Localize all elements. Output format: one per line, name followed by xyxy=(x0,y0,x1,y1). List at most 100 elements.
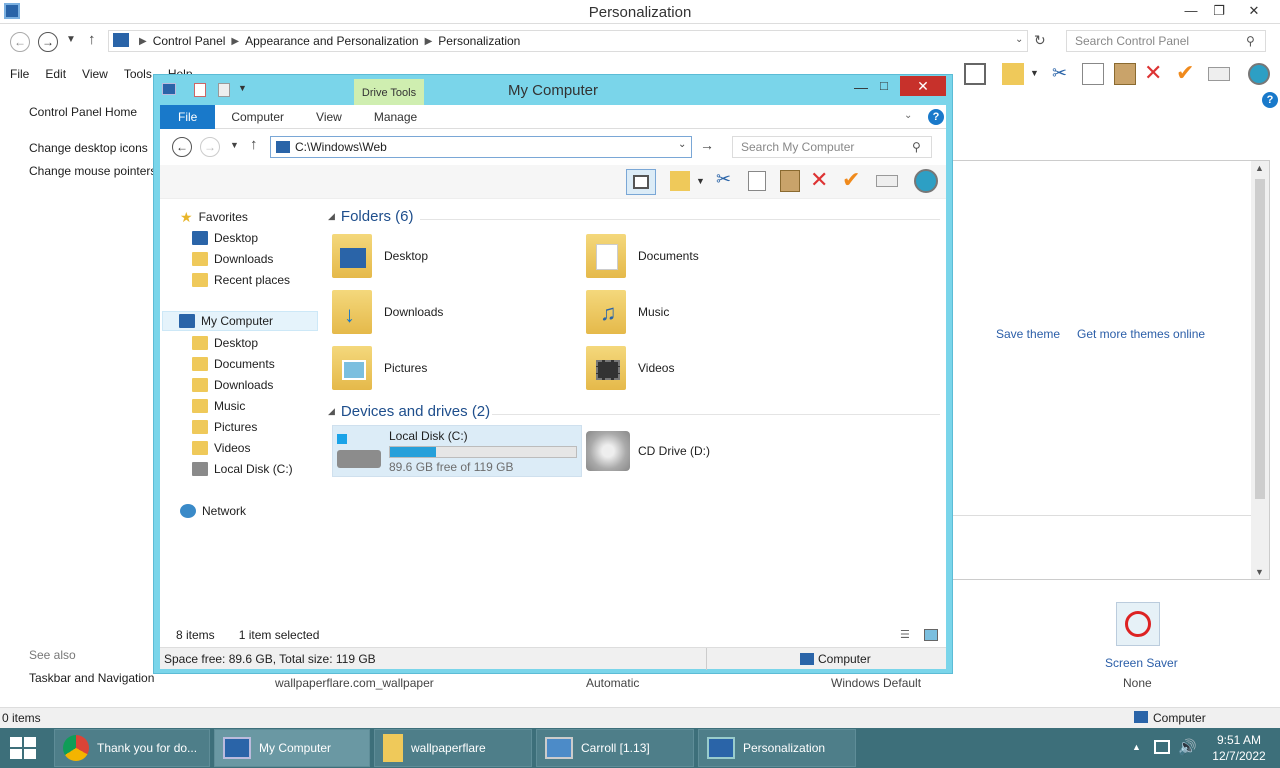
chevron-down-icon[interactable]: ⌄ xyxy=(678,139,686,150)
nav-music[interactable]: Music xyxy=(192,396,245,416)
back-button[interactable]: ← xyxy=(10,32,30,52)
up-arrow-icon[interactable]: ↑ xyxy=(250,136,258,153)
copy-icon[interactable] xyxy=(748,171,766,191)
task-personalization[interactable]: Personalization xyxy=(698,729,856,767)
nav-my-computer[interactable]: My Computer xyxy=(162,311,318,331)
minimize-button[interactable]: — xyxy=(1176,0,1206,22)
screen-saver-icon[interactable] xyxy=(1116,602,1160,646)
tab-file[interactable]: File xyxy=(160,104,216,129)
recent-locations-chevron-icon[interactable]: ▼ xyxy=(66,34,76,45)
folder-desktop[interactable]: Desktop xyxy=(332,231,428,281)
menu-tools[interactable]: Tools xyxy=(124,67,152,81)
folder-videos[interactable]: Videos xyxy=(586,343,674,393)
my-computer-title-bar[interactable]: ▼ Drive Tools My Computer — □ ✕ xyxy=(154,75,952,107)
path-input[interactable]: C:\Windows\Web xyxy=(270,136,692,158)
delete-icon[interactable]: ✕ xyxy=(1144,60,1162,86)
up-arrow-icon[interactable]: ↑ xyxy=(88,31,96,48)
scroll-down-icon[interactable]: ▼ xyxy=(1255,567,1264,577)
maximize-button[interactable]: ❐ xyxy=(1204,0,1234,22)
collapse-icon[interactable]: ◢ xyxy=(328,211,335,222)
scrollbar-thumb[interactable] xyxy=(1255,179,1265,499)
show-hidden-icons[interactable]: ▲ xyxy=(1132,742,1141,752)
my-computer-search-input[interactable]: Search My Computer xyxy=(732,136,932,158)
globe-icon[interactable] xyxy=(914,169,938,193)
change-desktop-icons-link[interactable]: Change desktop icons xyxy=(29,141,148,155)
taskbar-navigation-link[interactable]: Taskbar and Navigation xyxy=(29,671,154,685)
desktop-background-value[interactable]: wallpaperflare.com_wallpaper xyxy=(275,676,434,690)
devices-group-header[interactable]: ◢ Devices and drives (2) xyxy=(328,403,490,420)
task-wallpaperflare[interactable]: wallpaperflare xyxy=(374,729,532,767)
color-value[interactable]: Automatic xyxy=(586,676,639,690)
chevron-down-icon[interactable]: ⌄ xyxy=(1015,34,1023,45)
task-chrome[interactable]: Thank you for do... xyxy=(54,729,210,767)
delete-icon[interactable]: ✕ xyxy=(810,167,828,193)
clock[interactable]: 9:51 AM 12/7/2022 xyxy=(1206,732,1272,764)
checkmark-icon[interactable]: ✔ xyxy=(842,167,860,193)
search-icon[interactable]: ⚲ xyxy=(912,140,921,154)
forward-button[interactable]: → xyxy=(38,32,58,52)
scroll-up-icon[interactable]: ▲ xyxy=(1255,163,1264,173)
rename-icon[interactable] xyxy=(1208,67,1230,81)
menu-file[interactable]: File xyxy=(10,67,29,81)
nav-network[interactable]: Network xyxy=(180,501,246,521)
sounds-value[interactable]: Windows Default xyxy=(831,676,921,690)
start-button[interactable] xyxy=(10,737,38,759)
help-icon[interactable]: ? xyxy=(1262,92,1278,108)
folder-music[interactable]: ♫ Music xyxy=(586,287,669,337)
breadcrumb-personalization[interactable]: Personalization xyxy=(438,34,520,48)
refresh-icon[interactable]: ↻ xyxy=(1034,32,1046,49)
theme-list-scrollbar[interactable]: ▲ ▼ xyxy=(1251,161,1269,579)
folder-downloads[interactable]: ↓ Downloads xyxy=(332,287,443,337)
expand-ribbon-icon[interactable]: ⌄ xyxy=(904,110,912,121)
minimize-button[interactable]: — xyxy=(854,79,868,95)
drive-local-disk-c[interactable]: Local Disk (C:) 89.6 GB free of 119 GB xyxy=(332,425,582,477)
breadcrumb-appearance[interactable]: Appearance and Personalization xyxy=(245,34,418,48)
close-button[interactable]: ✕ xyxy=(900,76,946,96)
nav-local-disk[interactable]: Local Disk (C:) xyxy=(192,459,293,479)
nav-desktop[interactable]: Desktop xyxy=(192,333,258,353)
nav-videos[interactable]: Videos xyxy=(192,438,250,458)
preview-pane-icon[interactable] xyxy=(626,169,656,195)
nav-favorites[interactable]: ★ Favorites xyxy=(180,207,248,227)
paste-icon[interactable] xyxy=(1114,63,1136,85)
folder-documents[interactable]: Documents xyxy=(586,231,699,281)
tab-manage[interactable]: Manage xyxy=(358,105,433,129)
close-button[interactable]: ✕ xyxy=(1234,0,1274,22)
nav-fav-downloads[interactable]: Downloads xyxy=(192,249,273,269)
paste-icon[interactable] xyxy=(780,170,800,192)
checkmark-icon[interactable]: ✔ xyxy=(1176,60,1194,86)
search-icon[interactable]: ⚲ xyxy=(1246,34,1255,48)
nav-fav-recent-places[interactable]: Recent places xyxy=(192,270,290,290)
breadcrumb-control-panel[interactable]: Control Panel xyxy=(153,34,226,48)
copy-icon[interactable] xyxy=(1082,63,1104,85)
nav-fav-desktop[interactable]: Desktop xyxy=(192,228,258,248)
drive-cd-d[interactable]: CD Drive (D:) xyxy=(586,425,786,477)
nav-downloads[interactable]: Downloads xyxy=(192,375,273,395)
forward-button[interactable]: → xyxy=(200,137,220,157)
folders-group-header[interactable]: ◢ Folders (6) xyxy=(328,208,413,225)
back-button[interactable]: ← xyxy=(172,137,192,157)
go-arrow-icon[interactable]: → xyxy=(700,137,714,153)
maximize-button[interactable]: □ xyxy=(880,78,888,93)
get-more-themes-link[interactable]: Get more themes online xyxy=(1077,327,1205,341)
cut-icon[interactable]: ✂ xyxy=(716,169,731,190)
chevron-down-icon[interactable]: ▼ xyxy=(696,176,705,186)
tab-computer[interactable]: Computer xyxy=(215,105,300,129)
nav-documents[interactable]: Documents xyxy=(192,354,275,374)
network-icon[interactable] xyxy=(1154,740,1170,754)
search-input[interactable]: Search Control Panel xyxy=(1066,30,1266,52)
rename-icon[interactable] xyxy=(876,175,898,187)
folder-pictures[interactable]: Pictures xyxy=(332,343,427,393)
chevron-down-icon[interactable]: ▼ xyxy=(1030,68,1039,78)
menu-view[interactable]: View xyxy=(82,67,108,81)
theme-list[interactable]: ▲ ▼ Save theme Get more themes online xyxy=(952,160,1270,580)
help-icon[interactable]: ? xyxy=(928,109,944,125)
details-view-icon[interactable]: ☰ xyxy=(900,628,910,641)
preview-pane-icon[interactable] xyxy=(964,63,986,85)
tab-view[interactable]: View xyxy=(300,105,358,129)
task-my-computer[interactable]: My Computer xyxy=(214,729,370,767)
nav-pictures[interactable]: Pictures xyxy=(192,417,257,437)
folder-options-icon[interactable] xyxy=(670,171,690,191)
large-icons-view-icon[interactable] xyxy=(924,629,938,641)
save-theme-link[interactable]: Save theme xyxy=(996,327,1060,341)
